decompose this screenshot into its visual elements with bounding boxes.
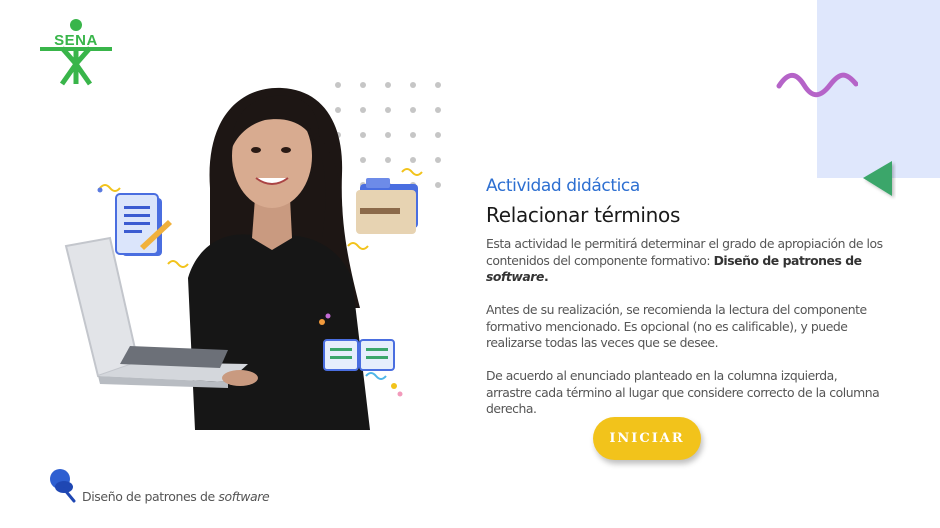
- activity-kicker: Actividad didáctica: [486, 176, 640, 196]
- activity-description: Esta actividad le permitirá determinar e…: [486, 236, 886, 286]
- chat-card-icon: [323, 339, 395, 371]
- course-name: Diseño de patrones de software: [82, 489, 270, 504]
- course-name-italic: software: [218, 489, 270, 504]
- component-name-italic: software: [486, 269, 544, 285]
- hero-illustration: [64, 82, 441, 430]
- activity-recommendation: Antes de su realización, se recomienda l…: [486, 302, 867, 351]
- back-arrow-icon[interactable]: [860, 158, 896, 200]
- sena-logo: SENA: [40, 18, 112, 86]
- activity-title: Relacionar términos: [486, 203, 681, 227]
- start-button[interactable]: INICIAR: [593, 417, 701, 460]
- logo-text: SENA: [54, 32, 98, 49]
- dot-grid: [335, 82, 441, 188]
- component-name-text: Diseño de patrones de: [713, 252, 863, 268]
- course-name-prefix: Diseño de patrones de: [82, 489, 215, 504]
- activity-instructions: De acuerdo al enunciado planteado en la …: [486, 368, 880, 417]
- pushpin-icon: [50, 469, 76, 503]
- sena-logo-mark: [40, 19, 112, 86]
- component-name-end: .: [543, 269, 549, 285]
- document-icon: [115, 193, 172, 256]
- squiggle-icon: [776, 72, 858, 98]
- folder-icon: [356, 178, 418, 234]
